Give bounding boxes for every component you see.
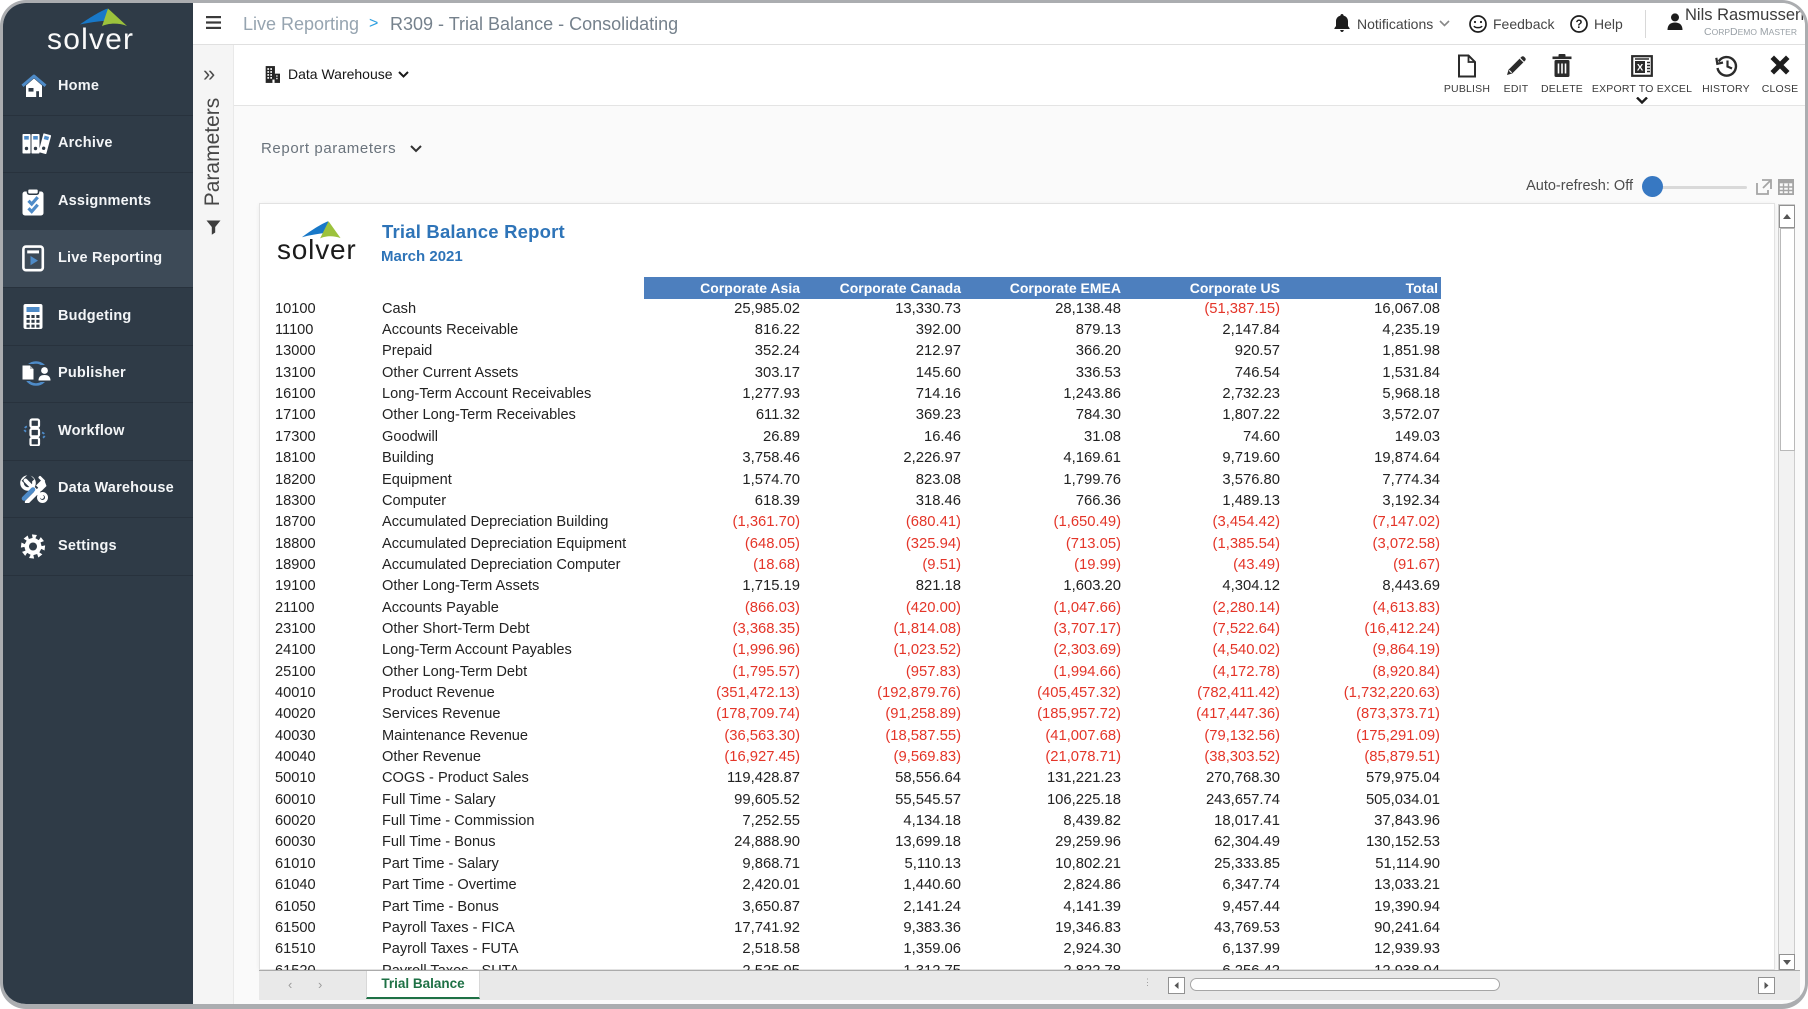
svg-text:X: X	[1637, 63, 1644, 74]
svg-text:?: ?	[1575, 19, 1582, 31]
